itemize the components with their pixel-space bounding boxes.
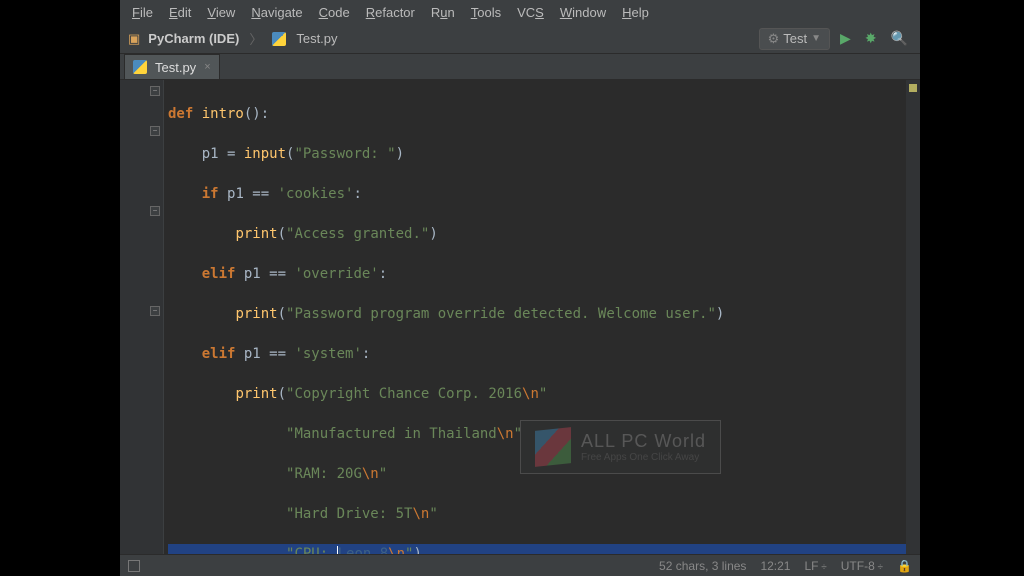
menu-window[interactable]: Window [554, 3, 612, 22]
status-caret-pos[interactable]: 12:21 [760, 559, 790, 573]
chevron-down-icon: ÷ [818, 562, 826, 573]
menu-run[interactable]: Run [425, 3, 461, 22]
fold-marker[interactable]: − [150, 206, 160, 216]
keyword: def [168, 106, 202, 122]
chevron-down-icon: ▼ [811, 33, 821, 44]
menu-code[interactable]: Code [313, 3, 356, 22]
tab-label: Test.py [155, 60, 196, 75]
run-config-selector[interactable]: ⚙ Test ▼ [759, 28, 830, 50]
navigation-bar: ▣ PyCharm (IDE) 〉 Test.py ⚙ Test ▼ ▶ ✸ 🔍 [120, 24, 920, 54]
menu-help[interactable]: Help [616, 3, 655, 22]
breadcrumb-file[interactable]: Test.py [296, 31, 337, 46]
status-line-ending[interactable]: LF ÷ [804, 559, 826, 573]
run-button[interactable]: ▶ [836, 30, 855, 47]
menu-file[interactable]: File [126, 3, 159, 22]
func-name: intro [202, 106, 244, 122]
tab-test-py[interactable]: Test.py × [124, 54, 220, 79]
fold-marker[interactable]: − [150, 126, 160, 136]
menu-vcs[interactable]: VCS [511, 3, 550, 22]
menu-view[interactable]: View [201, 3, 241, 22]
gutter[interactable]: − − − − [120, 80, 164, 554]
editor[interactable]: − − − − def intro(): p1 = input("Passwor… [120, 80, 920, 554]
close-icon[interactable]: × [204, 61, 210, 73]
menu-tools[interactable]: Tools [465, 3, 507, 22]
menu-bar: File Edit View Navigate Code Refactor Ru… [120, 0, 920, 24]
menu-edit[interactable]: Edit [163, 3, 197, 22]
debug-button[interactable]: ✸ [861, 30, 881, 47]
fold-marker[interactable]: − [150, 306, 160, 316]
menu-refactor[interactable]: Refactor [360, 3, 421, 22]
menu-navigate[interactable]: Navigate [245, 3, 308, 22]
breadcrumb-sep: 〉 [249, 29, 262, 48]
status-bar: 52 chars, 3 lines 12:21 LF ÷ UTF-8 ÷ 🔒 [120, 554, 920, 576]
python-file-icon [133, 60, 147, 74]
tool-windows-icon[interactable] [128, 560, 140, 572]
lock-icon[interactable]: 🔒 [897, 559, 912, 573]
status-encoding[interactable]: UTF-8 ÷ [841, 559, 883, 573]
code-area[interactable]: def intro(): p1 = input("Password: ") if… [164, 80, 906, 554]
editor-tabs: Test.py × [120, 54, 920, 80]
fold-marker[interactable]: − [150, 86, 160, 96]
status-selection: 52 chars, 3 lines [659, 559, 746, 573]
warning-marker[interactable] [909, 84, 917, 92]
python-file-icon [272, 32, 286, 46]
breadcrumb-project[interactable]: PyCharm (IDE) [148, 31, 239, 46]
chevron-down-icon: ÷ [875, 562, 883, 573]
run-config-label: Test [783, 31, 807, 46]
ide-window: File Edit View Navigate Code Refactor Ru… [120, 0, 920, 576]
selected-line: "CPU: Leon 8\n") [168, 544, 906, 554]
run-config-hammer-icon: ⚙ [768, 31, 780, 47]
search-icon[interactable]: 🔍 [887, 30, 912, 47]
error-stripe[interactable] [906, 80, 920, 554]
folder-icon: ▣ [128, 31, 140, 47]
